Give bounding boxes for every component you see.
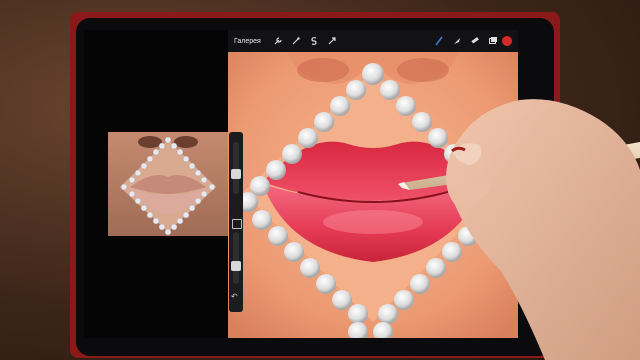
brush-sidebar: ↶ — [229, 132, 243, 312]
layers-icon[interactable] — [487, 35, 499, 47]
reference-photo — [108, 132, 228, 236]
eyedropper-button[interactable] — [232, 219, 242, 229]
canvas[interactable] — [228, 30, 518, 338]
magic-wand-icon[interactable] — [290, 35, 302, 47]
brush-opacity-slider[interactable] — [231, 232, 241, 284]
gallery-button[interactable]: Галерея — [234, 38, 261, 45]
artwork — [228, 52, 518, 338]
procreate-toolbar: Галерея — [228, 30, 518, 52]
selection-s-icon[interactable] — [308, 35, 320, 47]
brush-opacity-knob[interactable] — [231, 261, 241, 272]
undo-icon[interactable]: ↶ — [231, 292, 238, 301]
brush-size-knob[interactable] — [231, 169, 241, 180]
color-picker-button[interactable] — [502, 36, 512, 46]
smudge-icon[interactable] — [451, 35, 463, 47]
wrench-icon[interactable] — [272, 35, 284, 47]
reference-image[interactable] — [108, 132, 228, 236]
brush-size-slider[interactable] — [231, 142, 241, 194]
brush-icon[interactable] — [433, 35, 445, 47]
eraser-icon[interactable] — [469, 35, 481, 47]
transform-arrow-icon[interactable] — [326, 35, 338, 47]
